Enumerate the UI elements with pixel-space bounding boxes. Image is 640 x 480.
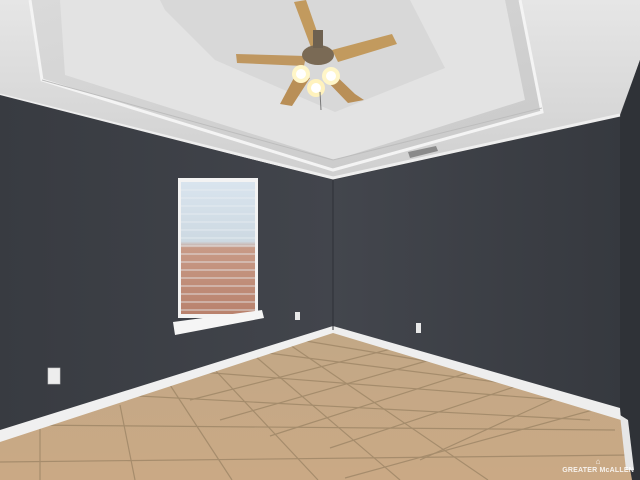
realtor-house-icon: ⌂ — [595, 457, 601, 466]
window — [173, 178, 264, 335]
room-illustration — [0, 0, 640, 480]
outlet-right-wall — [416, 323, 421, 333]
outlet-left — [47, 367, 61, 385]
watermark-text: GREATER McALLEN — [562, 467, 634, 474]
watermark: ⌂ GREATER McALLEN — [562, 457, 634, 475]
room-photo: ⌂ GREATER McALLEN — [0, 0, 640, 480]
outlet-left-wall — [295, 312, 300, 320]
